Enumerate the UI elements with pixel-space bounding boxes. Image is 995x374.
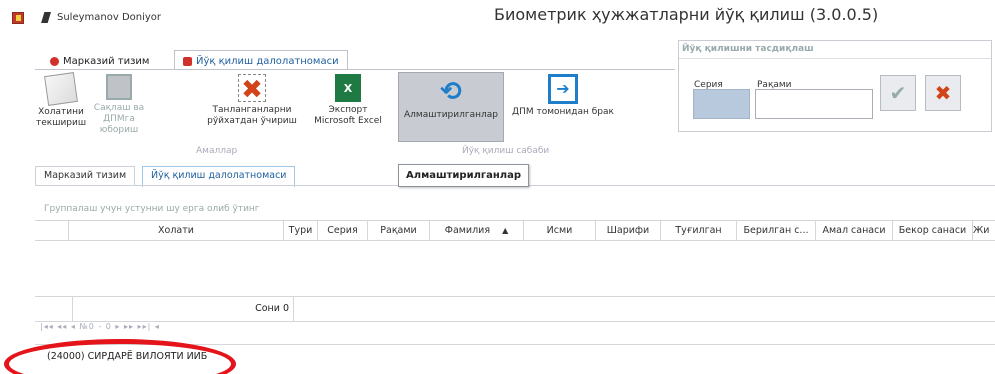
tab-act[interactable]: Йўқ қилиш далолатномаси — [142, 166, 296, 187]
delete-selected-button[interactable]: ✖ Танланганларни рўйхатдан ўчириш — [200, 74, 304, 127]
row-count: Сони 0 — [72, 297, 294, 321]
grid-indicator-column — [35, 221, 69, 241]
central-system-icon — [50, 57, 59, 66]
checkmark-icon: ✔ — [889, 81, 907, 105]
rakami-input[interactable] — [755, 89, 873, 119]
col-name[interactable]: Исми — [524, 221, 596, 241]
col-birth[interactable]: Туғилган — [661, 221, 737, 241]
excel-icon: X — [335, 74, 361, 102]
confirm-button[interactable]: ✔ — [880, 75, 916, 111]
seria-input[interactable] — [693, 89, 750, 119]
col-cancel-date[interactable]: Бекор санаси — [893, 221, 973, 241]
user-name: Suleymanov Doniyor — [57, 12, 162, 23]
ribbon-tab-act[interactable]: Йўқ қилиш далолатномаси — [174, 50, 348, 70]
ribbon-divider — [35, 69, 675, 70]
export-excel-button[interactable]: X Экспорт Microsoft Excel — [312, 74, 384, 127]
close-icon: ✖ — [934, 81, 952, 105]
replace-icon: ⟲ — [440, 77, 462, 107]
ribbon-tab-central[interactable]: Марказий тизим — [42, 50, 157, 70]
check-document-icon — [44, 72, 78, 106]
dpm-reject-button[interactable]: ➔ ДПМ томонидан брак — [508, 74, 618, 118]
check-status-button[interactable]: Холатини текшириш — [36, 72, 86, 129]
col-type[interactable]: Тури — [284, 221, 318, 241]
reject-icon: ➔ — [548, 74, 578, 104]
cancel-button[interactable]: ✖ — [925, 75, 961, 111]
col-seria[interactable]: Серия — [318, 221, 368, 241]
col-extra[interactable]: Жи — [973, 221, 995, 241]
user-icon — [41, 12, 51, 23]
delete-icon: ✖ — [238, 74, 266, 105]
app-icon — [12, 12, 24, 24]
sort-asc-icon: ▲ — [502, 226, 509, 235]
col-issued[interactable]: Берилган с... — [737, 221, 816, 241]
shield-icon — [183, 57, 192, 66]
col-number[interactable]: Рақами — [368, 221, 430, 241]
col-patronymic[interactable]: Шарифи — [596, 221, 661, 241]
confirm-panel-title: Йўқ қилишни тасдиқлаш — [682, 44, 814, 54]
tab-central[interactable]: Марказий тизим — [35, 166, 136, 186]
replaced-button[interactable]: ⟲ Алмаштирилганлар — [398, 72, 504, 142]
save-send-button[interactable]: Сақлаш ва ДПМга юбориш — [88, 74, 150, 136]
group-label-actions: Амаллар — [196, 146, 238, 156]
grid-body — [35, 241, 995, 295]
user-label: Suleymanov Doniyor — [40, 12, 161, 23]
save-icon — [106, 74, 132, 100]
group-label-reason: Йўқ қилиш сабаби — [462, 146, 550, 156]
col-status[interactable]: Холати — [69, 221, 284, 241]
col-surname[interactable]: Фамилия ▲ — [430, 221, 524, 241]
confirm-panel-divider — [679, 58, 991, 59]
tooltip: Алмаштирилганлар — [398, 164, 530, 187]
col-action-date[interactable]: Амал санаси — [816, 221, 893, 241]
window-title: Биометрик ҳужжатларни йўқ қилиш (3.0.0.5… — [494, 5, 879, 24]
pager[interactable]: |◂◂ ◂◂ ◂ №0 - 0 ▸ ▸▸ ▸▸| ◂ — [40, 322, 160, 331]
group-by-hint: Группалаш учун устунни шу ерга олиб ўтин… — [44, 204, 260, 214]
